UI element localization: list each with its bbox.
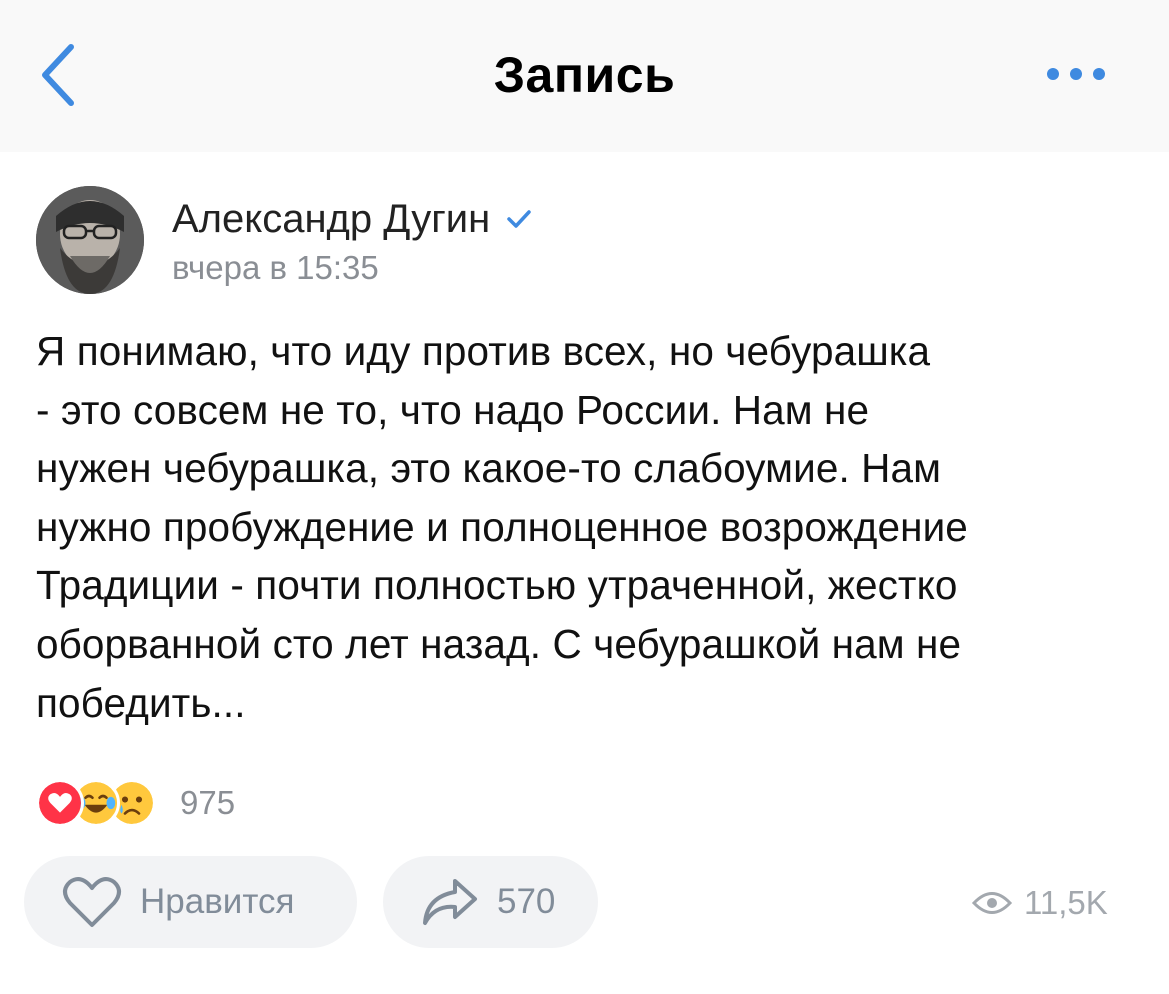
navigation-bar: Запись [0,0,1169,152]
share-count: 570 [497,882,556,921]
avatar[interactable] [36,186,144,294]
eye-icon [972,892,1012,914]
post-text-line: нужно пробуждение и полноценное возрожде… [36,503,968,550]
author-name[interactable]: Александр Дугин [172,194,490,244]
heart-reaction-icon [36,779,84,827]
post-header: Александр Дугин вчера в 15:35 [36,186,1136,298]
post-text-line: Я понимаю, что иду против всех, но чебур… [36,328,931,374]
like-button[interactable]: Нравится [24,856,357,948]
post-text-line: оборванной сто лет назад. С чебурашкой н… [36,620,962,667]
more-options-button[interactable] [1036,52,1116,96]
post-text-line: победить... [36,679,246,726]
author-row: Александр Дугин [172,194,534,244]
more-horizontal-icon [1047,68,1105,80]
reactions-summary[interactable]: 975 [36,778,235,828]
share-arrow-icon [423,879,477,925]
post-text-line: Традиции - почти полностью утраченной, ж… [36,562,958,609]
post-text: Я понимаю, что иду против всех, но чебур… [36,322,1136,732]
heart-outline-icon [63,877,121,927]
reaction-count: 975 [180,784,236,821]
post-timestamp[interactable]: вчера в 15:35 [172,248,379,288]
verified-check-icon [507,210,531,228]
post-text-line: нужен чебурашка, это какое-то слабоумие.… [36,445,942,492]
post-text-line: - это совсем не то, что надо России. Нам… [36,386,870,433]
views-count: 11,5K [1024,884,1108,921]
share-button[interactable]: 570 [383,856,598,948]
avatar-photo [36,186,144,294]
like-label: Нравится [140,882,295,921]
views-counter: 11,5K [972,878,1108,928]
page-title: Запись [493,47,676,103]
